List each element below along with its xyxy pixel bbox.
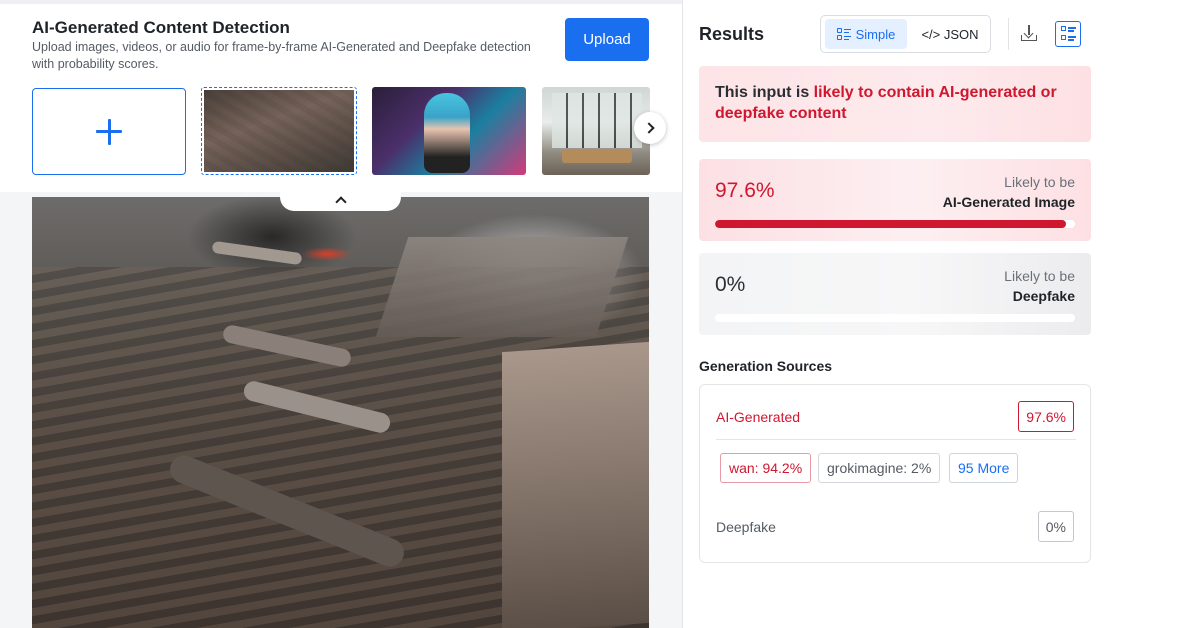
- ai-generated-progress-bar: [715, 220, 1075, 228]
- sources-ai-badge: 97.6%: [1018, 401, 1074, 432]
- deepfake-score-card: 0% Likely to be Deepfake: [699, 253, 1091, 335]
- gallery-next-button[interactable]: [634, 112, 666, 144]
- tab-simple-label: Simple: [855, 26, 896, 42]
- deepfake-percent: 0%: [715, 273, 746, 296]
- preview-fire: [302, 247, 352, 261]
- deepfake-caption: Likely to be: [1004, 268, 1075, 284]
- thumbnail-figure: [424, 93, 470, 173]
- chevron-right-icon: [642, 122, 655, 134]
- plus-icon: [96, 118, 122, 145]
- preview-building: [375, 237, 629, 337]
- tab-json[interactable]: </> JSON: [913, 19, 987, 49]
- sources-deepfake-badge: 0%: [1037, 511, 1074, 542]
- thumbnail-cyberpunk-portrait[interactable]: [372, 87, 526, 175]
- page-subtitle: Upload images, videos, or audio for fram…: [32, 40, 531, 71]
- chevron-up-icon: [334, 195, 347, 208]
- simple-view-icon: [836, 27, 851, 41]
- tab-json-label: </> JSON: [921, 26, 979, 42]
- preview-terminal: [502, 341, 649, 628]
- generation-sources-panel: AI-Generated 97.6% wan: 94.2% grokimagin…: [699, 384, 1091, 563]
- deepfake-type: Deepfake: [1012, 288, 1075, 304]
- add-media-button[interactable]: [32, 88, 186, 175]
- page-title: AI-Generated Content Detection: [32, 18, 290, 37]
- ai-generated-score-card: 97.6% Likely to be AI-Generated Image: [699, 159, 1091, 241]
- toolbar-separator: [1008, 18, 1009, 50]
- generation-sources-title: Generation Sources: [699, 358, 833, 374]
- upload-pane: AI-Generated Content Detection Upload im…: [0, 4, 682, 628]
- collapse-gallery-button[interactable]: [280, 188, 401, 211]
- verdict-prefix: This input is: [715, 84, 814, 101]
- thumbnail-sofa: [562, 149, 632, 163]
- preview-plane: [211, 240, 303, 266]
- sources-divider: [716, 439, 1076, 440]
- view-toggle: Simple </> JSON: [820, 15, 991, 53]
- sources-ai-label: AI-Generated: [716, 409, 801, 425]
- more-sources-button[interactable]: 95 More: [949, 453, 1019, 483]
- ai-generated-progress-fill: [715, 220, 1067, 228]
- ai-generated-caption: Likely to be: [1004, 174, 1075, 190]
- source-chip-grokimagine: grokimagine: 2%: [818, 453, 941, 483]
- ai-generated-type: AI-Generated Image: [942, 194, 1075, 210]
- report-view-icon[interactable]: [1055, 21, 1081, 47]
- source-chip-wan: wan: 94.2%: [720, 453, 812, 483]
- thumbnail-airport[interactable]: [201, 87, 357, 175]
- results-pane: Results Simple </> JSON This input is li…: [683, 0, 1200, 628]
- verdict-banner: This input is likely to contain AI-gener…: [699, 66, 1091, 142]
- deepfake-progress-bar: [715, 314, 1075, 322]
- results-title: Results: [699, 24, 765, 44]
- thumbnail-image: [204, 90, 354, 172]
- sources-deepfake-label: Deepfake: [716, 519, 776, 535]
- thumbnail-window: [552, 93, 642, 148]
- upload-header: AI-Generated Content Detection Upload im…: [0, 4, 682, 192]
- ai-generated-percent: 97.6%: [715, 179, 775, 202]
- upload-button[interactable]: Upload: [565, 18, 649, 61]
- media-preview: [32, 197, 649, 628]
- download-icon[interactable]: [1020, 24, 1038, 42]
- tab-simple[interactable]: Simple: [825, 19, 907, 49]
